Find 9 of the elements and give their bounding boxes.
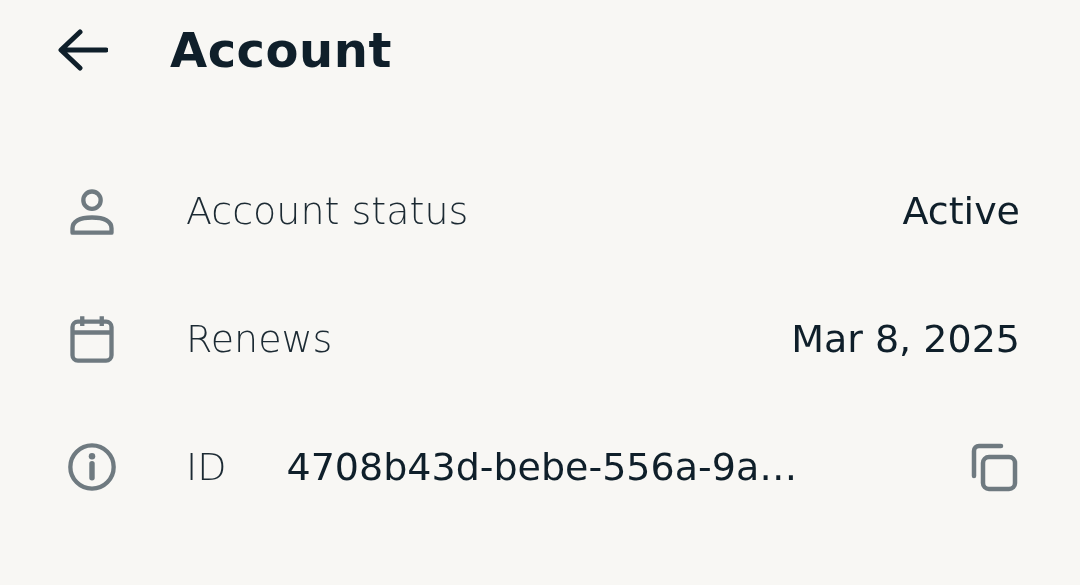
row-value: Active (902, 189, 1020, 233)
row-value: Mar 8, 2025 (791, 317, 1020, 361)
row-label: Account status (186, 189, 469, 233)
row-label: ID (186, 445, 227, 489)
row-label: Renews (186, 317, 333, 361)
page-title: Account (170, 22, 392, 78)
back-icon[interactable] (56, 28, 108, 72)
info-icon (66, 441, 118, 493)
id-value: 4708b43d-bebe-556a-9a… (286, 445, 798, 489)
